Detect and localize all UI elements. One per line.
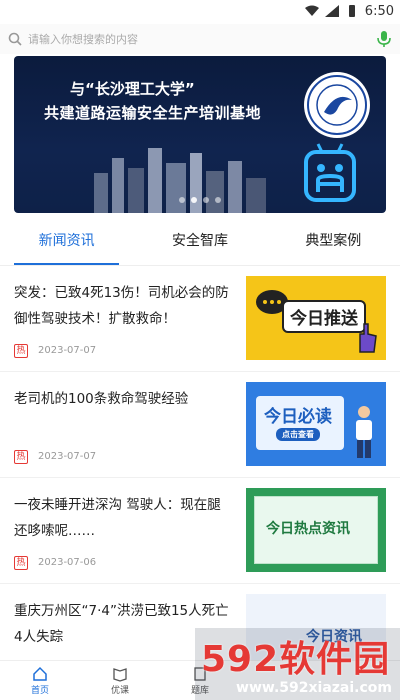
tab-typical-cases[interactable]: 典型案例 — [267, 222, 400, 265]
signal-icon — [324, 5, 339, 17]
pagination-dot-active[interactable] — [191, 197, 197, 203]
news-item[interactable]: 老司机的100条救命驾驶经验 热 2023-07-07 今日必读 点击查看 — [0, 372, 400, 478]
watermark-url: www.592xiazai.com — [236, 680, 392, 696]
banner-pagination — [14, 197, 386, 203]
thumb-subtext: 点击查看 — [276, 428, 320, 441]
pagination-dot[interactable] — [179, 197, 185, 203]
news-date: 2023-07-07 — [38, 345, 97, 356]
news-item[interactable]: 突发：已致4死13伤！司机必会的防御性驾驶技术！扩散救命！ 热 2023-07-… — [0, 266, 400, 372]
battery-icon — [348, 5, 355, 17]
hot-badge: 热 — [14, 556, 28, 570]
pagination-dot[interactable] — [203, 197, 209, 203]
news-title: 一夜未睡开进深沟 驾驶人：现在腿还哆嗦呢…… — [14, 497, 221, 539]
book-icon — [113, 667, 127, 682]
thumb-text: 今日热点资讯 — [266, 521, 350, 537]
wifi-icon — [304, 5, 319, 16]
microphone-icon[interactable] — [376, 30, 392, 48]
status-bar: 6:50 — [0, 0, 400, 22]
promo-banner[interactable]: 与“长沙理工大学” 共建道路运输安全生产培训基地 — [14, 56, 386, 213]
news-thumbnail: 今日必读 点击查看 — [246, 382, 386, 466]
search-icon — [8, 32, 22, 46]
news-date: 2023-07-07 — [38, 451, 97, 462]
hot-badge: 热 — [14, 344, 28, 358]
tab-news[interactable]: 新闻资讯 — [0, 222, 133, 265]
home-icon — [33, 666, 47, 681]
news-title: 突发：已致4死13伤！司机必会的防御性驾驶技术！扩散救命！ — [14, 285, 229, 327]
site-watermark: 592软件园 www.592xiazai.com — [195, 628, 400, 700]
category-tabs: 新闻资讯 安全智库 典型案例 — [0, 222, 400, 266]
search-input[interactable]: 请输入你想搜索的内容 — [28, 31, 376, 47]
news-date: 2023-07-06 — [38, 557, 97, 568]
news-item[interactable]: 一夜未睡开进深沟 驾驶人：现在腿还哆嗦呢…… 热 2023-07-06 今日热点… — [0, 478, 400, 584]
banner-line2: 共建道路运输安全生产培训基地 — [44, 104, 262, 122]
hot-badge: 热 — [14, 450, 28, 464]
hand-icon — [359, 323, 377, 353]
university-seal-icon — [304, 72, 370, 138]
nav-courses[interactable]: 优课 — [80, 661, 160, 700]
robot-logo-icon — [304, 143, 356, 202]
nav-courses-label: 优课 — [110, 685, 129, 696]
news-thumbnail: 今日热点资讯 — [246, 488, 386, 572]
pagination-dot[interactable] — [215, 197, 221, 203]
tab-safety-library[interactable]: 安全智库 — [133, 222, 266, 265]
news-list: 突发：已致4死13伤！司机必会的防御性驾驶技术！扩散救命！ 热 2023-07-… — [0, 266, 400, 690]
watermark-logo: 592软件园 — [201, 639, 391, 680]
thumb-text: 今日必读 — [264, 407, 332, 427]
banner-line1: 与“长沙理工大学” — [70, 80, 195, 98]
status-time: 6:50 — [364, 3, 394, 19]
nav-home[interactable]: 首页 — [0, 661, 80, 700]
search-bar[interactable]: 请输入你想搜索的内容 — [0, 24, 400, 54]
news-title: 老司机的100条救命驾驶经验 — [14, 391, 189, 407]
news-thumbnail: 今日推送 — [246, 276, 386, 360]
person-illustration-icon — [356, 406, 372, 458]
nav-home-label: 首页 — [30, 685, 49, 696]
